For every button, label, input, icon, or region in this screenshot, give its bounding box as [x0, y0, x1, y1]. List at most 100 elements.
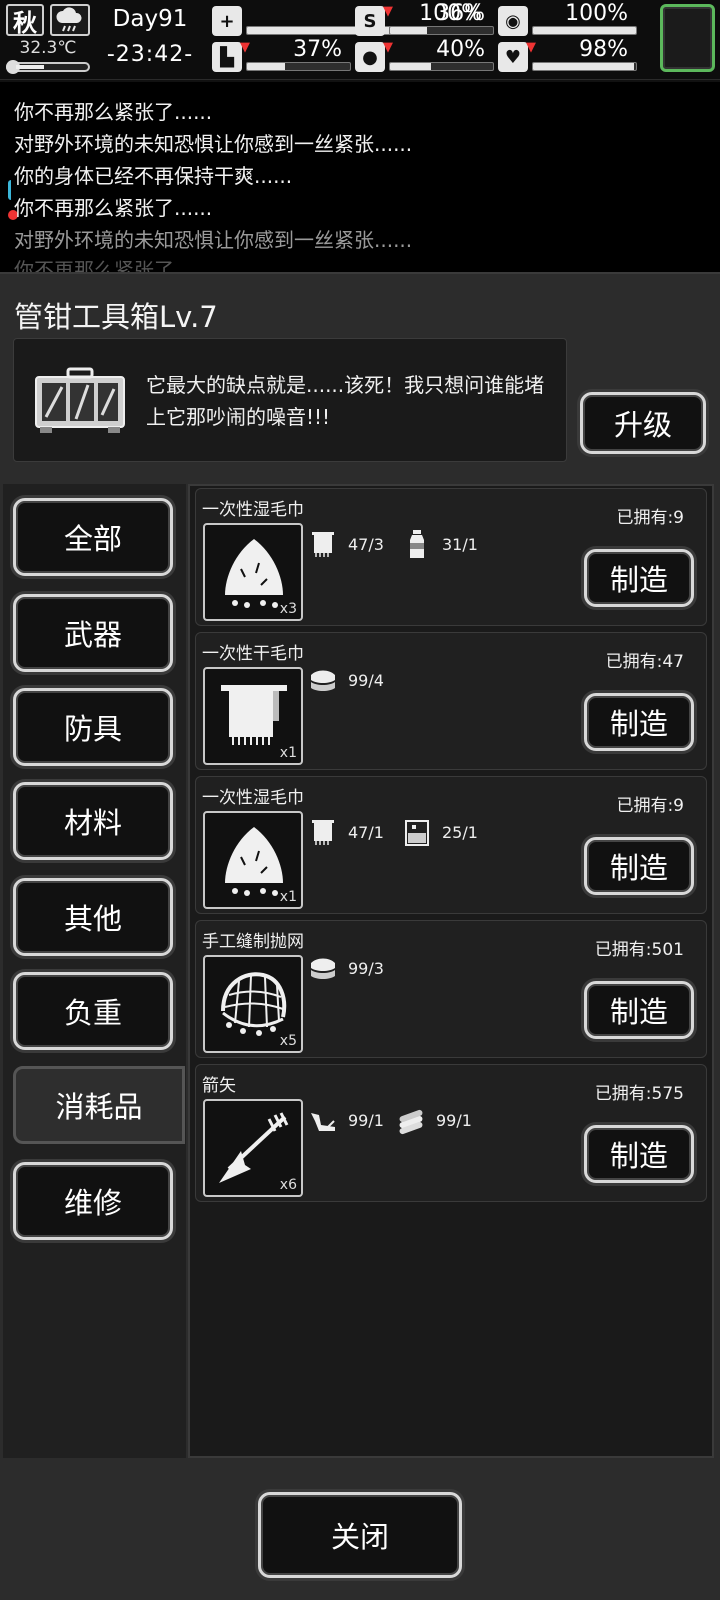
- category-armor[interactable]: 防具: [13, 688, 173, 766]
- towel-icon: [312, 820, 334, 845]
- upgrade-button[interactable]: 升级: [580, 392, 706, 454]
- dry-towel-icon: [221, 685, 287, 745]
- recipe-thumbnail: x1: [203, 667, 303, 765]
- owned-count: 已拥有:9: [616, 508, 684, 528]
- recipe-item: 手工缝制抛网 已拥有:501 x5 99/3 制造: [195, 920, 707, 1058]
- material-count: 99/1: [348, 1110, 384, 1130]
- category-all[interactable]: 全部: [13, 498, 173, 576]
- category-load[interactable]: 负重: [13, 972, 173, 1050]
- close-button[interactable]: 关闭: [258, 1492, 462, 1578]
- material-count: 47/3: [348, 534, 384, 554]
- heart-icon: ♥: [498, 42, 528, 72]
- recipe-item: 一次性干毛巾 已拥有:47 x1 99/4 制造: [195, 632, 707, 770]
- towel-icon: [312, 532, 334, 557]
- material-requirement: 99/1: [396, 1105, 472, 1135]
- toolbox-icon: [35, 367, 125, 433]
- output-quantity: x6: [279, 1177, 297, 1193]
- medkit-icon: +: [212, 6, 242, 36]
- material-count: 99/3: [348, 958, 384, 978]
- cloud-rain-icon: [50, 4, 90, 36]
- description-box: 它最大的缺点就是......该死！我只想问谁能堵上它那吵闹的噪音!!!: [13, 338, 567, 462]
- log-line: 你不再那么紧张了......: [14, 196, 213, 220]
- recipe-name: 箭矢: [202, 1076, 236, 1096]
- output-quantity: x3: [279, 601, 297, 617]
- logs-icon: [399, 1109, 423, 1135]
- down-arrow-icon: ▼: [526, 40, 536, 55]
- tool-description: 它最大的缺点就是......该死！我只想问谁能堵上它那吵闹的噪音!!!: [146, 373, 545, 429]
- material-requirement: 99/4: [308, 665, 384, 695]
- owned-count: 已拥有:9: [616, 796, 684, 816]
- hunger-stat: S ▼ 36%: [355, 1, 495, 38]
- panel-title: 管钳工具箱Lv.7: [14, 300, 218, 334]
- down-arrow-icon: ▼: [383, 40, 393, 55]
- sanity-value: 100%: [565, 1, 628, 26]
- material-requirement: 31/1: [402, 529, 478, 559]
- category-weapons[interactable]: 武器: [13, 594, 173, 672]
- log-line: 你的身体已经不再保持干爽......: [14, 164, 293, 188]
- craft-button[interactable]: 制造: [584, 693, 694, 751]
- game-clock: -23:42-: [106, 42, 194, 67]
- wet-towel-icon: [225, 827, 283, 896]
- cloth-pile-icon: [311, 670, 335, 691]
- category-materials[interactable]: 材料: [13, 782, 173, 860]
- cast-net-icon: [221, 972, 287, 1036]
- stamina-stat: ▙ ▼ 37%: [212, 37, 352, 74]
- recipe-thumbnail: x6: [203, 1099, 303, 1197]
- day-counter: Day91: [112, 6, 188, 32]
- temperature-label: 32.3℃: [19, 38, 77, 58]
- recipe-thumbnail: x3: [203, 523, 303, 621]
- material-requirement: 99/1: [308, 1105, 384, 1135]
- craft-button[interactable]: 制造: [584, 1125, 694, 1183]
- craft-button[interactable]: 制造: [584, 549, 694, 607]
- craft-button[interactable]: 制造: [584, 837, 694, 895]
- craft-button[interactable]: 制造: [584, 981, 694, 1039]
- category-other[interactable]: 其他: [13, 878, 173, 956]
- category-repair[interactable]: 维修: [13, 1162, 173, 1240]
- water-drop-icon: ●: [355, 42, 385, 72]
- minimap-button[interactable]: [660, 4, 715, 72]
- recipe-list[interactable]: 一次性湿毛巾 已拥有:9 x3 47/3 31/1 制造 一次性干毛巾 已拥有:…: [188, 484, 714, 1458]
- owned-count: 已拥有:575: [594, 1084, 684, 1104]
- sanity-stat: ◉ 100%: [498, 1, 638, 38]
- recipe-name: 一次性湿毛巾: [202, 788, 304, 808]
- output-quantity: x1: [279, 745, 297, 761]
- material-count: 47/1: [348, 822, 384, 842]
- material-count: 31/1: [442, 534, 478, 554]
- mood-value: 98%: [579, 37, 628, 62]
- water-bottle-icon: [410, 530, 424, 558]
- feather-icon: [311, 1113, 335, 1131]
- down-arrow-icon: ▼: [240, 40, 250, 55]
- hunger-value: 36%: [436, 1, 485, 26]
- material-count: 99/4: [348, 670, 384, 690]
- material-requirement: 99/3: [308, 953, 384, 983]
- owned-count: 已拥有:501: [594, 940, 684, 960]
- cloth-pile-icon: [311, 958, 335, 979]
- brain-icon: ◉: [498, 6, 528, 36]
- message-log[interactable]: 你不再那么紧张了...... 对野外环境的未知恐惧让你感到一丝紧张...... …: [0, 82, 720, 272]
- material-requirement: 25/1: [402, 817, 478, 847]
- crafting-panel: 管钳工具箱Lv.7 它最大的缺点就是......该死！我只想问谁能堵上它那吵闹的…: [0, 272, 720, 1600]
- log-line: 对野外环境的未知恐惧让你感到一丝紧张......: [14, 228, 413, 252]
- owned-count: 已拥有:47: [605, 652, 684, 672]
- season-badge: 秋: [6, 4, 44, 37]
- down-arrow-icon: ▼: [383, 4, 393, 19]
- water-tank-icon: [405, 820, 429, 846]
- wet-towel-icon: [225, 539, 283, 608]
- output-quantity: x1: [279, 889, 297, 905]
- log-line: 你不再那么紧张了......: [14, 100, 213, 124]
- recipe-thumbnail: x5: [203, 955, 303, 1053]
- status-bar: 秋 32.3℃ Day91 -23:42- + 100% S ▼ 36% ◉ 1…: [0, 0, 720, 80]
- thermometer-icon: [6, 60, 90, 74]
- thirst-stat: ● ▼ 40%: [355, 37, 495, 74]
- thirst-value: 40%: [436, 37, 485, 62]
- recipe-name: 一次性干毛巾: [202, 644, 304, 664]
- material-requirement: 47/3: [308, 529, 384, 559]
- stamina-value: 37%: [293, 37, 342, 62]
- material-requirement: 47/1: [308, 817, 384, 847]
- category-consumables[interactable]: 消耗品: [13, 1066, 185, 1144]
- recipe-name: 一次性湿毛巾: [202, 500, 304, 520]
- stomach-icon: S: [355, 6, 385, 36]
- recipe-item: 一次性湿毛巾 已拥有:9 x1 47/1 25/1 制造: [195, 776, 707, 914]
- log-line: 对野外环境的未知恐惧让你感到一丝紧张......: [14, 132, 413, 156]
- log-line: 你不再那么紧张了......: [14, 258, 213, 272]
